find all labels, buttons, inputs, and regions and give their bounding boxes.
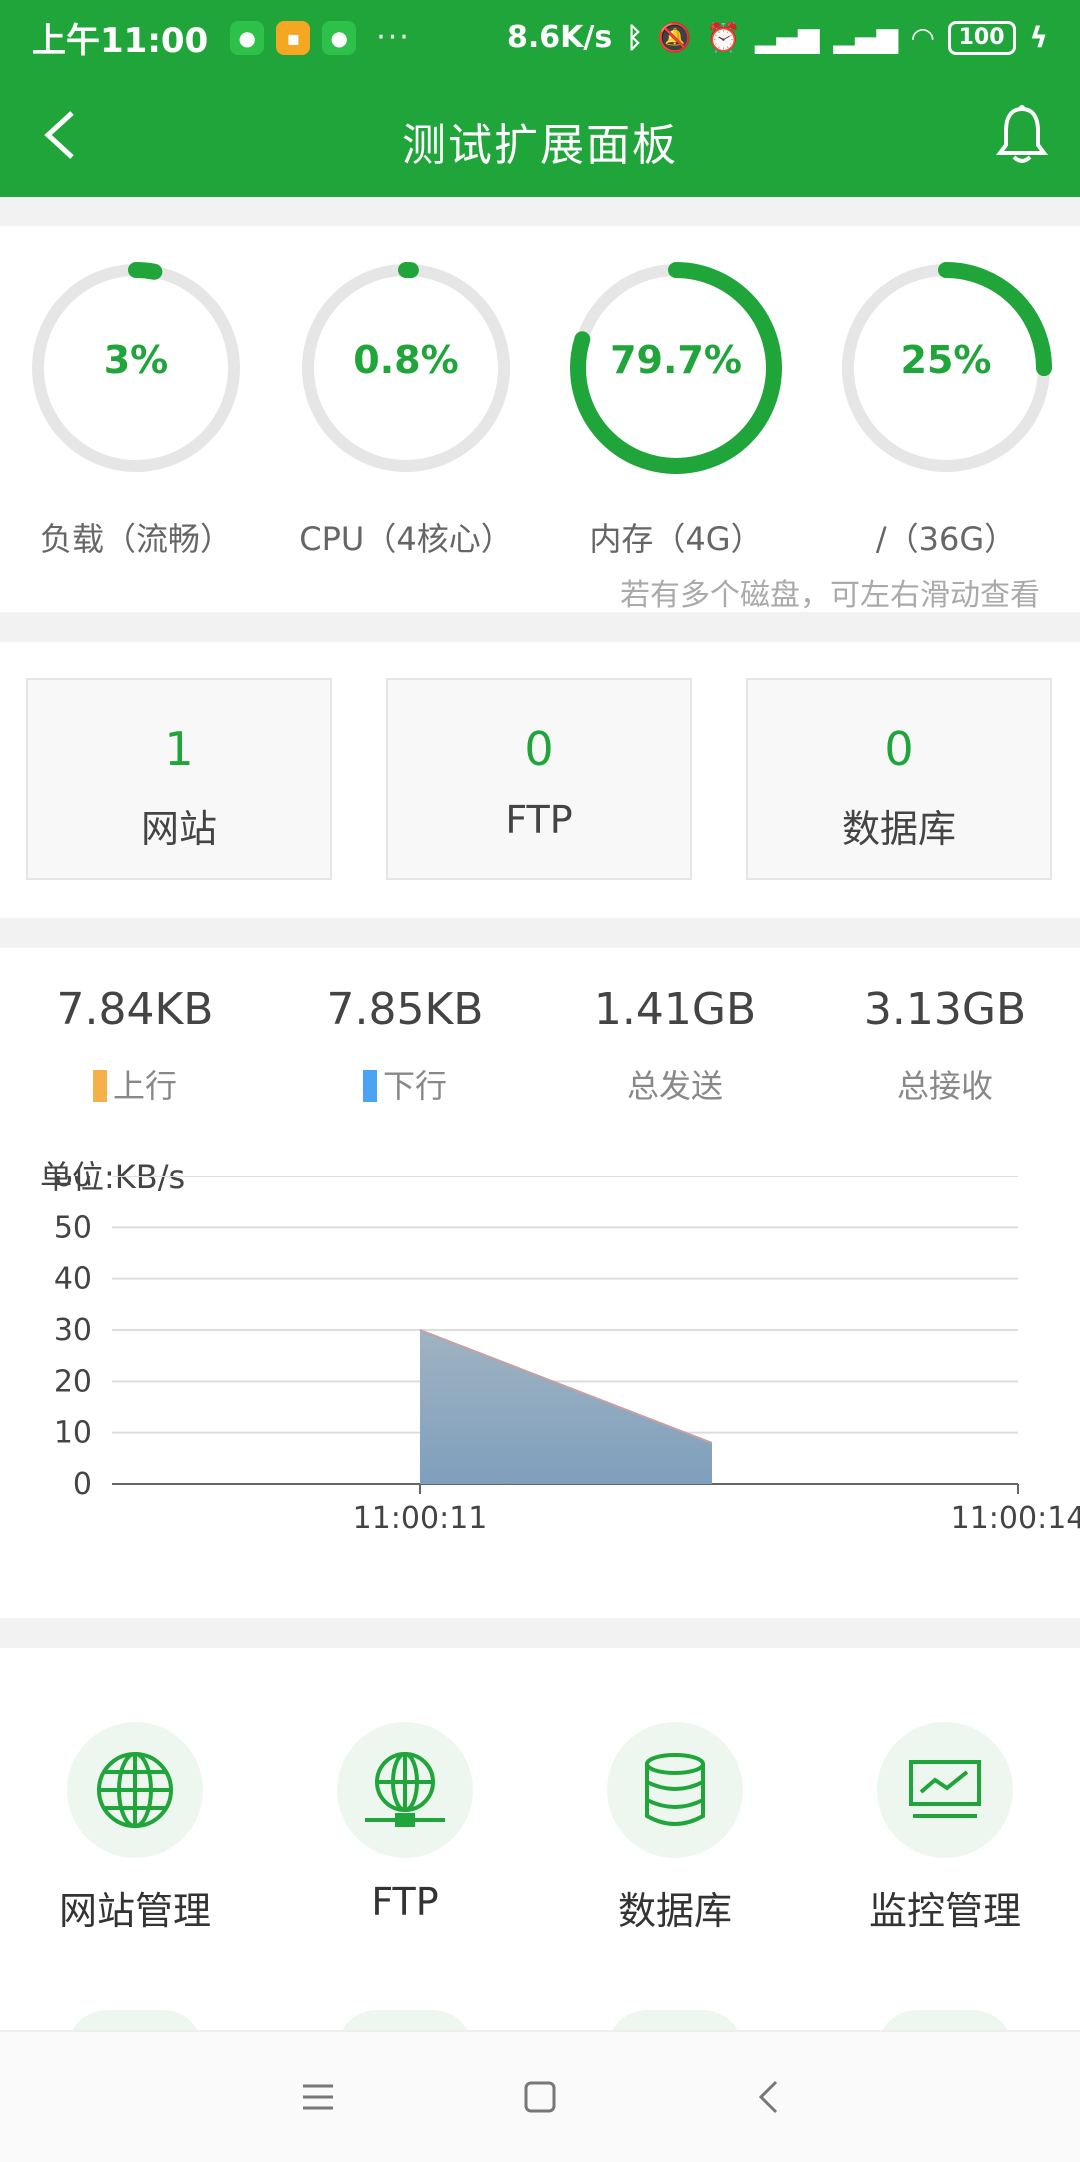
total-received-stat: 3.13GB 总接收 <box>810 984 1080 1107</box>
stat-label: 总发送 <box>626 1067 723 1105</box>
charging-icon: ϟ <box>1029 21 1048 54</box>
y-tick-label: 60 <box>54 1176 92 1194</box>
disk-gauge[interactable]: 25% /（36G） <box>838 260 1054 560</box>
count-label: 网站 <box>140 807 217 851</box>
count-label: FTP <box>505 798 573 842</box>
wechat-icon: ● <box>230 20 265 55</box>
download-legend-swatch <box>362 1070 377 1102</box>
menu-ftp[interactable]: FTP <box>270 1722 540 1924</box>
status-bar: 上午11:00 ● ▪ ● ··· 8.6K/s ᛒ 🔕 ⏰ ▂▄▆ ▂▄▆ ◠… <box>0 0 1080 75</box>
gauge-label: 负载（流畅） <box>39 520 232 558</box>
ftp-icon <box>365 1752 445 1827</box>
stat-label: 下行 <box>382 1067 447 1105</box>
y-tick-label: 30 <box>54 1313 92 1348</box>
wechat-icon: ● <box>322 20 357 55</box>
menu-website-management[interactable]: 网站管理 <box>0 1722 270 1935</box>
disk-swipe-hint: 若有多个磁盘，可左右滑动查看 <box>620 578 1040 613</box>
menu-icon-circle <box>337 1722 473 1858</box>
signal-icon: ▂▄▆ <box>833 21 899 54</box>
status-time: 上午11:00 <box>32 21 209 61</box>
gauge-value: 0.8% <box>353 338 459 382</box>
traffic-card: 7.84KB 上行 7.85KB 下行 1.41GB 总发送 3.13GB 总接… <box>0 948 1080 1618</box>
traffic-area <box>420 1330 712 1484</box>
stat-value: 7.84KB <box>56 984 214 1035</box>
ftp-count-box[interactable]: 0 FTP <box>386 678 692 880</box>
x-tick-label: 11:00:11 <box>353 1501 488 1536</box>
more-notifications-icon: ··· <box>376 20 411 55</box>
gauge-value: 25% <box>900 338 992 382</box>
cpu-gauge[interactable]: 0.8% CPU（4核心） <box>298 260 514 560</box>
feature-menu-card: 网站管理 FTP 数据库 监控管理 <box>0 1648 1080 2030</box>
system-status-card: 3% 负载（流畅） 0.8% CPU（4核心） 79.7% 内存（4G） 25%… <box>0 226 1080 613</box>
resource-counts-card: 1 网站 0 FTP 0 数据库 <box>0 642 1080 918</box>
menu-icon-circle <box>877 1722 1013 1858</box>
globe-icon <box>97 1752 173 1828</box>
home-button[interactable] <box>510 2072 570 2122</box>
gauge-value: 3% <box>103 338 169 382</box>
status-app-icons: ● ▪ ● <box>230 20 357 55</box>
notes-icon: ▪ <box>276 20 311 55</box>
mute-icon: 🔕 <box>657 21 692 54</box>
y-tick-label: 10 <box>54 1416 92 1451</box>
y-tick-label: 0 <box>73 1467 92 1502</box>
x-tick-label: 11:00:14 <box>951 1501 1080 1536</box>
monitor-icon <box>909 1760 981 1818</box>
gauge-label: 内存（4G） <box>589 520 763 558</box>
stat-value: 1.41GB <box>593 984 757 1035</box>
upload-stat: 7.84KB 上行 <box>0 984 270 1107</box>
stat-value: 3.13GB <box>863 984 1027 1035</box>
menu-lines-icon <box>303 2084 333 2110</box>
stat-label-row: 上行 <box>0 1061 270 1107</box>
menu-monitor-management[interactable]: 监控管理 <box>810 1722 1080 1935</box>
wifi-icon: ◠ <box>912 21 934 54</box>
status-right: 8.6K/s ᛒ 🔕 ⏰ ▂▄▆ ▂▄▆ ◠ 100 ϟ <box>507 20 1048 55</box>
network-speed: 8.6K/s <box>507 20 613 55</box>
database-icon <box>645 1753 705 1826</box>
download-stat: 7.85KB 下行 <box>270 984 540 1107</box>
y-tick-label: 50 <box>54 1210 92 1245</box>
stat-label: 上行 <box>112 1067 177 1105</box>
count-value: 1 <box>164 722 194 776</box>
square-icon <box>524 2081 556 2113</box>
website-count-box[interactable]: 1 网站 <box>26 678 332 880</box>
menu-label: FTP <box>371 1880 439 1924</box>
alarm-icon: ⏰ <box>705 21 741 54</box>
page-title: 测试扩展面板 <box>402 120 678 171</box>
gauge-value: 79.7% <box>610 338 742 382</box>
recent-apps-button[interactable] <box>288 2072 348 2122</box>
stat-label-row: 下行 <box>270 1061 540 1107</box>
menu-label: 网站管理 <box>58 1889 211 1933</box>
y-tick-label: 20 <box>54 1364 92 1399</box>
bluetooth-icon: ᛒ <box>626 21 644 54</box>
count-value: 0 <box>524 722 554 776</box>
menu-icon-circle <box>607 1722 743 1858</box>
system-back-button[interactable] <box>738 2072 798 2122</box>
signal-icon: ▂▄▆ <box>754 21 820 54</box>
total-sent-stat: 1.41GB 总发送 <box>540 984 810 1107</box>
count-value: 0 <box>884 722 914 776</box>
y-tick-label: 40 <box>54 1262 92 1297</box>
battery-indicator: 100 <box>947 20 1016 55</box>
stat-value: 7.85KB <box>326 984 484 1035</box>
menu-label: 数据库 <box>617 1889 732 1933</box>
traffic-chart: 0 10 20 30 40 50 60 11:00:11 11:00:14 <box>54 1176 1080 1536</box>
menu-label: 监控管理 <box>868 1889 1021 1933</box>
bell-icon <box>996 105 1048 163</box>
stat-label: 总接收 <box>896 1067 993 1105</box>
gauge-label: /（36G） <box>875 520 1017 558</box>
app-header: 测试扩展面板 <box>0 75 1080 197</box>
database-count-box[interactable]: 0 数据库 <box>746 678 1052 880</box>
notification-button[interactable] <box>994 103 1050 171</box>
menu-database[interactable]: 数据库 <box>540 1722 810 1935</box>
system-nav-bar <box>0 2030 1080 2162</box>
upload-legend-swatch <box>92 1070 107 1102</box>
gauge-label: CPU（4核心） <box>299 520 513 558</box>
menu-icon-circle <box>67 1722 203 1858</box>
chevron-left-icon <box>758 2080 778 2114</box>
count-label: 数据库 <box>841 807 956 851</box>
load-gauge[interactable]: 3% 负载（流畅） <box>28 260 244 560</box>
memory-gauge[interactable]: 79.7% 内存（4G） <box>568 260 784 560</box>
